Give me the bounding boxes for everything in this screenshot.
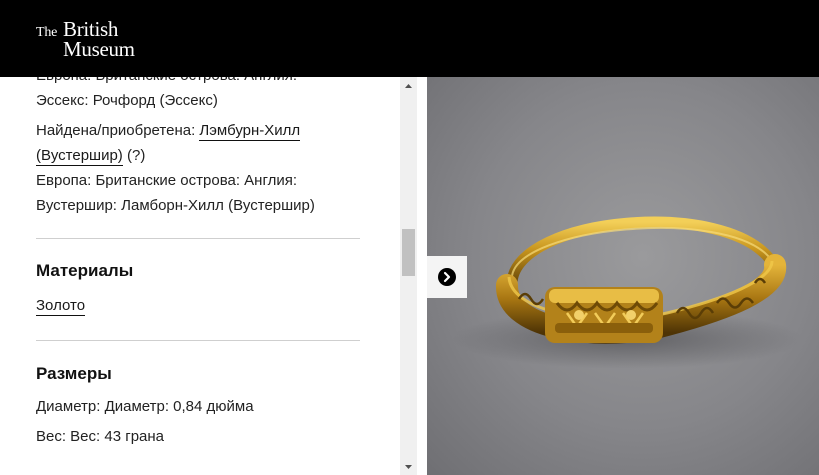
found-place-link[interactable]: Лэмбурн-Хилл — [199, 122, 301, 141]
scroll-down-arrow[interactable] — [400, 458, 417, 475]
weight-value: Вес: Вес: 43 грана — [36, 428, 164, 445]
found-place-link-cont[interactable]: (Вустершир) — [36, 147, 123, 166]
production-place-line-2: Эссекс: Рочфорд (Эссекс) — [36, 92, 218, 109]
triangle-down-icon — [405, 464, 412, 469]
next-image-button[interactable] — [427, 256, 467, 298]
details-content: Европа: Британские острова: Англия: Эссе… — [36, 77, 360, 449]
site-header: The British Museum — [0, 0, 819, 77]
details-scrollbar[interactable] — [400, 77, 417, 475]
gold-ring-image — [452, 216, 802, 369]
scroll-up-arrow[interactable] — [400, 77, 417, 94]
found-label: Найдена/приобретена: — [36, 122, 200, 139]
found-line-2: (Вустершир) (?) — [36, 143, 360, 168]
found-place-line-1: Европа: Британские острова: Англия: — [36, 172, 298, 189]
logo-the: The — [36, 25, 58, 40]
materials-heading: Материалы — [36, 261, 134, 280]
chevron-right-circle-icon — [438, 268, 456, 286]
dimensions-heading: Размеры — [36, 364, 112, 383]
ring-bezel — [545, 287, 663, 343]
object-details-panel[interactable]: Европа: Британские острова: Англия: Эссе… — [0, 77, 400, 475]
logo-museum: Museum — [63, 37, 135, 61]
found-line: Найдена/приобретена: Лэмбурн-Хилл — [36, 118, 360, 143]
panel-gutter — [417, 77, 427, 475]
material-gold-link[interactable]: Золото — [36, 297, 86, 316]
triangle-up-icon — [405, 83, 412, 88]
production-place-line-1: Европа: Британские острова: Англия: — [36, 77, 360, 88]
found-place-line-2: Вустершир: Ламборн-Хилл (Вустершир) — [36, 197, 315, 214]
diameter-value: Диаметр: Диаметр: 0,84 дюйма — [36, 398, 254, 415]
materials-value-line: Золото — [36, 293, 360, 318]
found-uncertain-mark: (?) — [122, 147, 146, 164]
scroll-thumb[interactable] — [402, 229, 415, 276]
object-photo[interactable] — [427, 77, 819, 475]
